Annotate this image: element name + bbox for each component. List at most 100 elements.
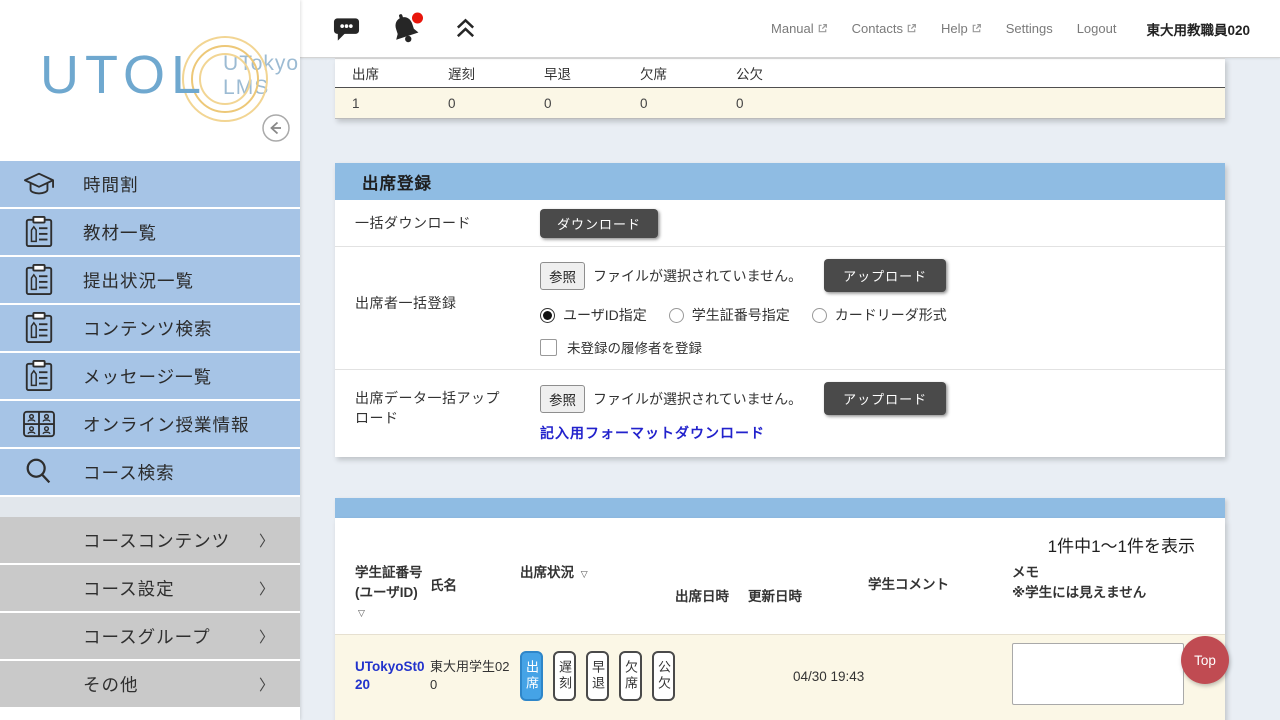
status-early-leave-button[interactable]: 早退 (586, 651, 609, 701)
bell-icon (390, 11, 424, 47)
download-button[interactable]: ダウンロード (540, 209, 658, 238)
settings-link[interactable]: Settings (1006, 21, 1053, 36)
help-link[interactable]: Help (941, 21, 982, 36)
clipboard-icon (20, 359, 58, 393)
sidebar-item-label: メッセージ一覧 (83, 364, 212, 389)
topbar-links: Manual Contacts Help Settings Logout 東大用… (771, 19, 1250, 39)
search-icon (20, 456, 58, 488)
back-arrow-icon (262, 114, 290, 142)
sidebar-item-others[interactable]: その他 〉 (0, 661, 300, 709)
chevron-right-icon: 〉 (259, 626, 274, 647)
status-present-button[interactable]: 出席 (520, 651, 543, 701)
status-excused-button[interactable]: 公欠 (652, 651, 675, 701)
clipboard-icon (20, 215, 58, 249)
sidebar-item-content-search[interactable]: コンテンツ検索 (0, 305, 300, 353)
summary-value-late: 0 (431, 96, 527, 111)
no-file-text: ファイルが選択されていません。 (593, 266, 802, 286)
summary-header-row: 出席 遅刻 早退 欠席 公欠 (335, 59, 1225, 88)
attendee-bulk-controls: 参照 ファイルが選択されていません。 アップロード ユーザID指定 学生証番号指… (540, 259, 1225, 357)
col-memo: メモ ※学生には見えません (1012, 563, 1225, 602)
col-name: 氏名 (430, 576, 520, 596)
collapse-header-button[interactable] (454, 17, 477, 40)
sidebar-item-online-class-info[interactable]: オンライン授業情報 (0, 401, 300, 449)
external-link-icon (906, 23, 917, 34)
no-file-text: ファイルが選択されていません。 (593, 389, 802, 409)
sort-icon[interactable]: ▽ (358, 608, 365, 618)
file-select-line: 参照 ファイルが選択されていません。 アップロード (540, 259, 1225, 292)
attendance-summary-table: 出席 遅刻 早退 欠席 公欠 1 0 0 0 0 (335, 58, 1225, 119)
bulk-download-row: 一括ダウンロード ダウンロード (335, 200, 1225, 247)
id-type-radio-group: ユーザID指定 学生証番号指定 カードリーダ形式 (540, 305, 1225, 325)
sidebar-item-label: 提出状況一覧 (83, 268, 194, 293)
result-count-top: 1件中1〜1件を表示 (335, 518, 1225, 557)
video-grid-icon (20, 409, 58, 439)
attendance-list-header-bar (335, 498, 1225, 518)
upload-button[interactable]: アップロード (824, 259, 946, 292)
col-student-id[interactable]: 学生証番号 (ユーザID) ▽ (335, 563, 430, 622)
chevron-right-icon: 〉 (259, 530, 274, 551)
clipboard-icon (20, 311, 58, 345)
sidebar-item-materials[interactable]: 教材一覧 (0, 209, 300, 257)
topbar: Manual Contacts Help Settings Logout 東大用… (300, 0, 1280, 58)
browse-button[interactable]: 参照 (540, 385, 585, 413)
sidebar-item-label: その他 (83, 672, 139, 697)
student-id-link[interactable]: UTokyoSt020 (355, 659, 425, 692)
summary-value-excused: 0 (719, 96, 815, 111)
radio-card-reader[interactable] (812, 308, 827, 323)
sidebar-collapse-button[interactable] (262, 114, 290, 142)
radio-student-card-number[interactable] (669, 308, 684, 323)
summary-col-early-leave: 早退 (527, 63, 623, 83)
chat-bubble-icon (333, 16, 360, 42)
sidebar-item-course-search[interactable]: コース検索 (0, 449, 300, 497)
notification-dot (412, 12, 423, 23)
sidebar-item-course-group[interactable]: コースグループ 〉 (0, 613, 300, 661)
summary-value-absent: 0 (623, 96, 719, 111)
summary-value-early-leave: 0 (527, 96, 623, 111)
data-bulk-label: 出席データ一括アップロード (335, 382, 540, 443)
sidebar: UTOL UTokyo LMS 時間割 教材一覧 提出状況一覧 コンテンツ検索 (0, 0, 300, 720)
col-status[interactable]: 出席状況 ▽ (520, 563, 675, 583)
sidebar-item-course-contents[interactable]: コースコンテンツ 〉 (0, 517, 300, 565)
sidebar-item-label: コンテンツ検索 (83, 316, 213, 341)
sidebar-item-label: コースコンテンツ (83, 528, 230, 553)
attendance-registration-panel: 出席登録 一括ダウンロード ダウンロード 出席者一括登録 参照 ファイルが選択さ… (335, 163, 1225, 457)
register-unregistered-checkbox-line: 未登録の履修者を登録 (540, 337, 1225, 357)
content-area: 出席 遅刻 早退 欠席 公欠 1 0 0 0 0 出席登録 一括ダウンロード ダ… (300, 58, 1280, 720)
table-row: UTokyoSt020 東大用学生020 出席 遅刻 早退 欠席 公欠 04/3… (335, 634, 1225, 720)
contacts-link[interactable]: Contacts (852, 21, 917, 36)
sidebar-item-timetable[interactable]: 時間割 (0, 161, 300, 209)
scroll-to-top-button[interactable]: Top (1181, 636, 1229, 684)
sidebar-item-course-settings[interactable]: コース設定 〉 (0, 565, 300, 613)
summary-value-row: 1 0 0 0 0 (335, 88, 1225, 119)
manual-link[interactable]: Manual (771, 21, 828, 36)
attendance-table-header: 学生証番号 (ユーザID) ▽ 氏名 出席状況 ▽ 出席日時 更新日時 学生コメ… (335, 557, 1225, 634)
sidebar-item-label: 教材一覧 (83, 220, 157, 245)
attendance-list-panel: 1件中1〜1件を表示 学生証番号 (ユーザID) ▽ 氏名 出席状況 ▽ 出席日… (335, 498, 1225, 720)
utol-logo: UTOL UTokyo LMS (40, 48, 299, 102)
data-upload-controls: 参照 ファイルが選択されていません。 アップロード 記入用フォーマットダウンロー… (540, 382, 1225, 443)
col-attend-time: 出席日時 (675, 587, 748, 607)
logout-link[interactable]: Logout (1077, 21, 1117, 36)
register-unregistered-checkbox[interactable] (540, 339, 557, 356)
browse-button[interactable]: 参照 (540, 262, 585, 290)
memo-textarea[interactable] (1012, 643, 1184, 705)
summary-col-late: 遅刻 (431, 63, 527, 83)
sort-icon[interactable]: ▽ (581, 569, 588, 579)
format-download-link[interactable]: 記入用フォーマットダウンロード (540, 423, 765, 443)
attendee-bulk-register-row: 出席者一括登録 参照 ファイルが選択されていません。 アップロード ユーザID指… (335, 247, 1225, 370)
status-absent-button[interactable]: 欠席 (619, 651, 642, 701)
col-student-comment: 学生コメント (868, 575, 1012, 595)
sidebar-item-submission-status[interactable]: 提出状況一覧 (0, 257, 300, 305)
sidebar-item-messages[interactable]: メッセージ一覧 (0, 353, 300, 401)
summary-col-present: 出席 (335, 63, 431, 83)
radio-user-id[interactable] (540, 308, 555, 323)
attendee-bulk-label: 出席者一括登録 (335, 259, 540, 357)
sidebar-item-label: コースグループ (83, 624, 211, 649)
messages-button[interactable] (333, 16, 360, 42)
attendance-data-upload-row: 出席データ一括アップロード 参照 ファイルが選択されていません。 アップロード … (335, 370, 1225, 457)
graduation-cap-icon (20, 169, 58, 199)
logo-area: UTOL UTokyo LMS (0, 0, 300, 161)
status-late-button[interactable]: 遅刻 (553, 651, 576, 701)
notifications-button[interactable] (390, 11, 424, 47)
upload-button[interactable]: アップロード (824, 382, 946, 415)
